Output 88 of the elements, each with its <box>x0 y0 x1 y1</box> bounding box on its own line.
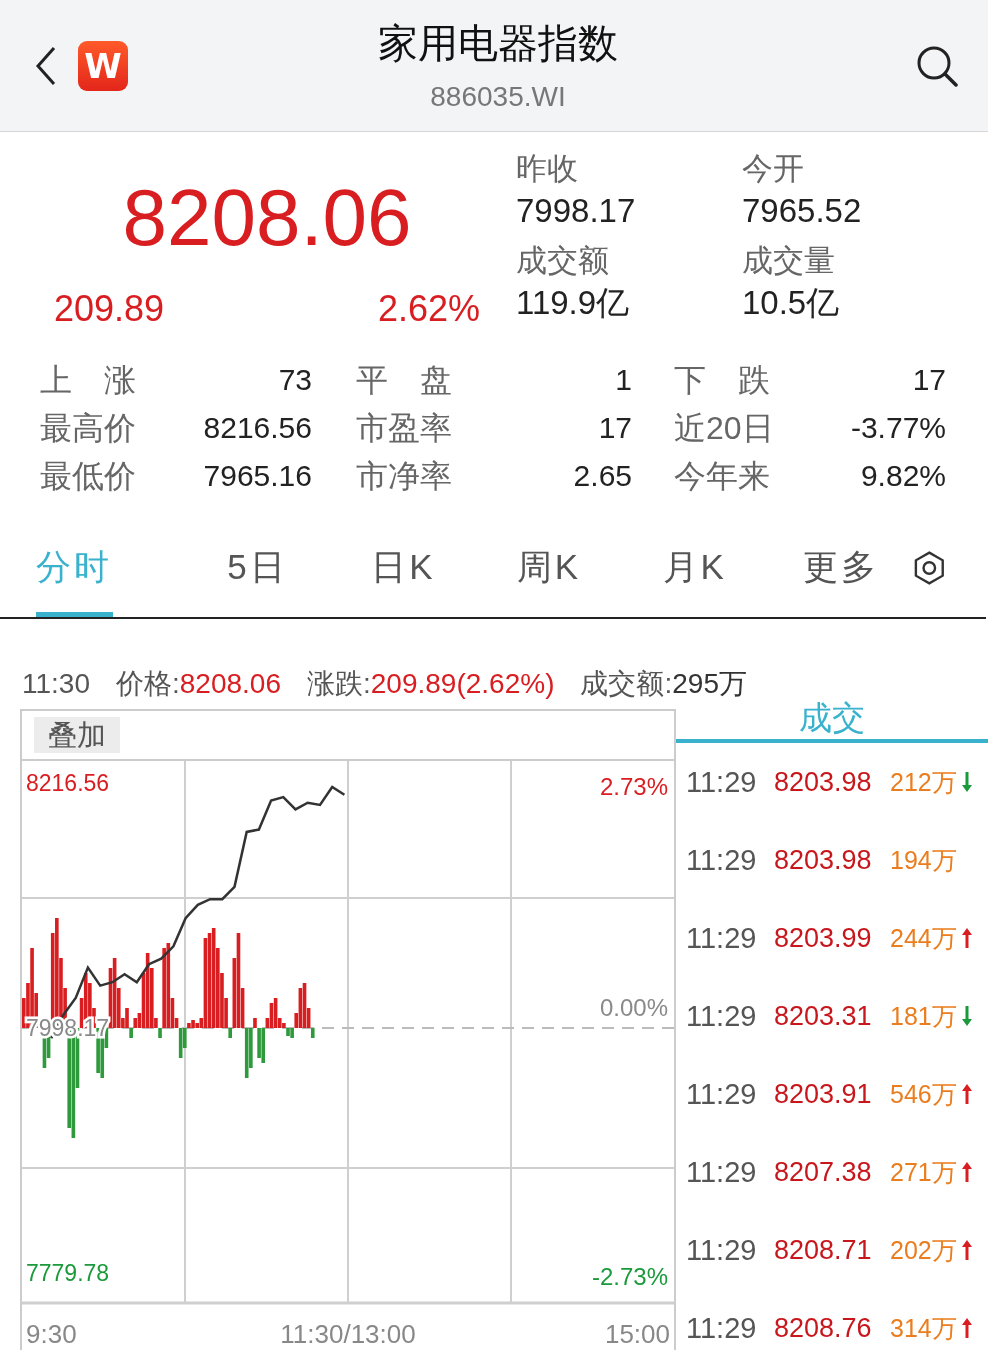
field-label: 涨跌: <box>307 668 371 699</box>
percent-label: -2.73% <box>591 1263 668 1290</box>
trade-time: 11:29 <box>686 1311 758 1345</box>
price-change: 209.89 <box>54 288 165 330</box>
app-logo: W <box>78 40 128 91</box>
stat-label: 平 盘 <box>356 361 453 400</box>
stat-label: 上 涨 <box>40 361 137 400</box>
stat-label: 市净率 <box>356 457 453 496</box>
stat-label: 今年来 <box>674 457 771 496</box>
trade-time: 11:29 <box>686 921 758 955</box>
summary-value: 7998.17 <box>516 191 637 231</box>
time-label: 11:30/13:00 <box>280 1319 416 1349</box>
summary-label: 成交量 <box>742 242 836 280</box>
axis-label: 8216.56 <box>26 770 110 796</box>
field-value: 8208.06 <box>179 668 281 699</box>
down-arrow-icon <box>960 1004 973 1028</box>
trade-time: 11:29 <box>686 843 758 877</box>
stat-label: 近20日 <box>674 409 774 448</box>
stat-label: 最高价 <box>40 409 137 448</box>
trade-volume: 314万 <box>890 1312 957 1344</box>
trade-time: 11:29 <box>686 999 758 1033</box>
summary-value: 119.9亿 <box>516 283 631 323</box>
search-icon[interactable] <box>916 44 958 87</box>
stat-value: 17 <box>597 411 632 445</box>
stat-label: 下 跌 <box>674 361 771 400</box>
stat-value: 1 <box>614 363 632 397</box>
trade-volume: 546万 <box>890 1078 957 1110</box>
summary-value: 7965.52 <box>742 191 863 231</box>
up-arrow-icon <box>960 926 973 950</box>
trade-price: 8203.91 <box>774 1078 873 1110</box>
up-arrow-icon <box>960 1316 973 1340</box>
trade-price: 8203.98 <box>774 766 873 798</box>
stat-label: 市盈率 <box>356 409 453 448</box>
summary-label: 昨收 <box>516 150 579 188</box>
trade-price: 8203.31 <box>774 1000 873 1032</box>
field-label: 成交额: <box>580 668 673 699</box>
down-arrow-icon <box>960 770 973 794</box>
summary-label: 成交额 <box>516 242 610 280</box>
trade-volume: 202万 <box>890 1234 957 1266</box>
percent-change: 2.62% <box>377 288 480 330</box>
summary-value: 10.5亿 <box>742 283 841 323</box>
current-price: 8208.06 <box>121 172 413 264</box>
overlay-button[interactable]: 叠加 <box>34 717 120 753</box>
axis-label: 7779.78 <box>26 1260 110 1286</box>
chart-tab[interactable]: 更多 <box>767 519 914 617</box>
chart-tab[interactable]: 月K <box>621 519 768 617</box>
trade-time: 11:29 <box>686 1077 758 1111</box>
trade-price: 8203.99 <box>774 922 873 954</box>
field-value: 209.89(2.62%) <box>370 668 555 699</box>
trade-volume: 181万 <box>890 1000 957 1032</box>
axis-label: 7998.17 <box>26 1015 110 1041</box>
chart-tab[interactable]: 日K <box>330 519 477 617</box>
stat-label: 最低价 <box>40 457 137 496</box>
settings-icon[interactable] <box>913 550 946 586</box>
index-code: 886035.WI <box>430 80 566 113</box>
time-label: 9:30 <box>26 1319 77 1349</box>
trade-time: 11:29 <box>686 1155 758 1189</box>
trade-price: 8208.71 <box>774 1234 873 1266</box>
time-label: 15:00 <box>604 1319 670 1349</box>
field-label: 价格: <box>116 668 180 699</box>
summary-label: 今开 <box>742 150 805 188</box>
stat-value: 73 <box>277 363 312 397</box>
trade-price: 8203.98 <box>774 844 873 876</box>
percent-label: 2.73% <box>599 773 668 800</box>
trades-header: 成交 <box>676 699 988 743</box>
up-arrow-icon <box>960 1082 973 1106</box>
stat-value: -3.77% <box>849 411 946 445</box>
field-value: 295万 <box>672 668 747 699</box>
page-title: 家用电器指数 <box>378 19 618 67</box>
stat-value: 7965.16 <box>202 459 312 493</box>
stat-value: 2.65 <box>572 459 632 493</box>
trade-price: 8208.76 <box>774 1312 873 1344</box>
percent-label: 0.00% <box>599 994 668 1021</box>
quote-time: 11:30 <box>22 668 90 700</box>
trade-volume: 271万 <box>890 1156 957 1188</box>
stat-value: 8216.56 <box>202 411 312 445</box>
up-arrow-icon <box>960 1160 973 1184</box>
chart-tab[interactable]: 周K <box>476 519 622 617</box>
trade-price: 8207.38 <box>774 1156 873 1188</box>
trade-volume: 244万 <box>890 922 957 954</box>
trade-volume: 194万 <box>890 844 957 876</box>
chart-tab[interactable]: 5日 <box>184 519 331 617</box>
stat-value: 9.82% <box>859 459 946 493</box>
stat-value: 17 <box>911 363 946 397</box>
trade-volume: 212万 <box>890 766 957 798</box>
up-arrow-icon <box>960 1238 973 1262</box>
trade-time: 11:29 <box>686 765 758 799</box>
trade-time: 11:29 <box>686 1233 758 1267</box>
